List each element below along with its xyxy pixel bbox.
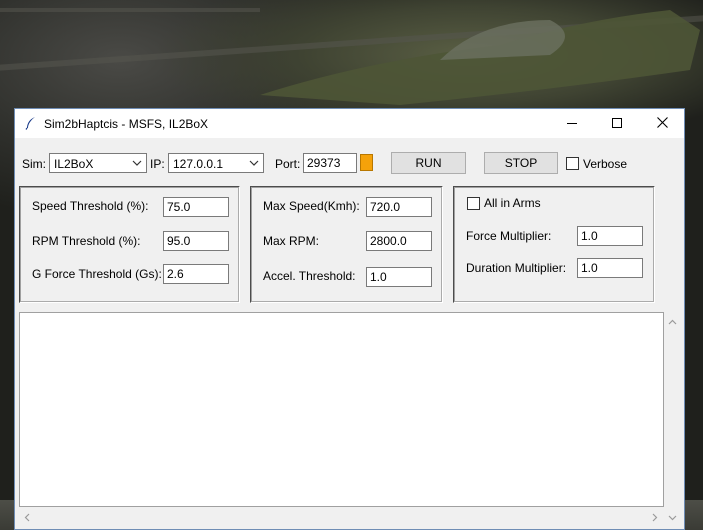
sim-label: Sim:: [22, 157, 46, 171]
speed-threshold-label: Speed Threshold (%):: [32, 199, 149, 213]
close-icon: [656, 116, 668, 131]
limits-group: Max Speed(Kmh): Max RPM: Accel. Threshol…: [250, 186, 443, 303]
scrollbar-corner: [664, 507, 681, 524]
chevron-left-icon[interactable]: [23, 511, 32, 522]
thresholds-group: Speed Threshold (%): RPM Threshold (%): …: [19, 186, 240, 303]
maximize-icon: [612, 117, 622, 131]
all-in-arms-checkbox[interactable]: [467, 197, 480, 210]
rpm-threshold-label: RPM Threshold (%):: [32, 234, 141, 248]
close-button[interactable]: [639, 109, 685, 138]
run-button[interactable]: RUN: [391, 152, 466, 174]
speed-threshold-input[interactable]: [163, 197, 229, 217]
chevron-down-icon: [248, 157, 260, 169]
duration-multiplier-label: Duration Multiplier:: [466, 261, 567, 275]
accel-threshold-input[interactable]: [366, 267, 432, 287]
chevron-up-icon[interactable]: [668, 316, 677, 325]
g-force-threshold-label: G Force Threshold (Gs):: [32, 267, 162, 281]
log-textarea[interactable]: [19, 312, 664, 507]
all-in-arms-label: All in Arms: [484, 196, 541, 210]
chevron-down-icon[interactable]: [668, 511, 677, 521]
window-title: Sim2bHaptcis - MSFS, IL2BoX: [44, 117, 209, 131]
minimize-icon: [567, 117, 577, 131]
max-rpm-label: Max RPM:: [263, 234, 320, 248]
sim-select[interactable]: IL2BoX: [49, 153, 147, 173]
main-window: Sim2bHaptcis - MSFS, IL2BoX Sim: IL2BoX …: [14, 108, 685, 530]
rpm-threshold-input[interactable]: [163, 231, 229, 251]
verbose-label: Verbose: [583, 157, 628, 171]
title-bar: Sim2bHaptcis - MSFS, IL2BoX: [15, 109, 684, 138]
force-multiplier-input[interactable]: [577, 226, 643, 246]
maximize-button[interactable]: [594, 109, 640, 138]
feather-icon: [24, 116, 38, 130]
port-label: Port:: [275, 157, 301, 171]
ip-label: IP:: [150, 157, 165, 171]
duration-multiplier-input[interactable]: [577, 258, 643, 278]
accel-threshold-label: Accel. Threshold:: [263, 269, 356, 283]
ip-select-value: 127.0.0.1: [173, 157, 224, 171]
status-indicator: [360, 154, 373, 171]
aircraft-silhouette: [260, 10, 700, 105]
chevron-right-icon[interactable]: [650, 511, 659, 522]
chevron-down-icon: [131, 157, 143, 169]
max-speed-input[interactable]: [366, 197, 432, 217]
sim-select-value: IL2BoX: [54, 157, 94, 171]
stop-button[interactable]: STOP: [484, 152, 558, 174]
multipliers-group: All in Arms Force Multiplier: Duration M…: [453, 186, 655, 303]
horizontal-scrollbar[interactable]: [19, 507, 664, 524]
port-input[interactable]: [303, 153, 357, 173]
verbose-checkbox[interactable]: [566, 157, 579, 170]
g-force-threshold-input[interactable]: [163, 264, 229, 284]
vertical-scrollbar[interactable]: [664, 312, 681, 507]
minimize-button[interactable]: [549, 109, 595, 138]
ip-select[interactable]: 127.0.0.1: [168, 153, 264, 173]
max-speed-label: Max Speed(Kmh):: [263, 199, 360, 213]
max-rpm-input[interactable]: [366, 231, 432, 251]
force-multiplier-label: Force Multiplier:: [466, 229, 552, 243]
